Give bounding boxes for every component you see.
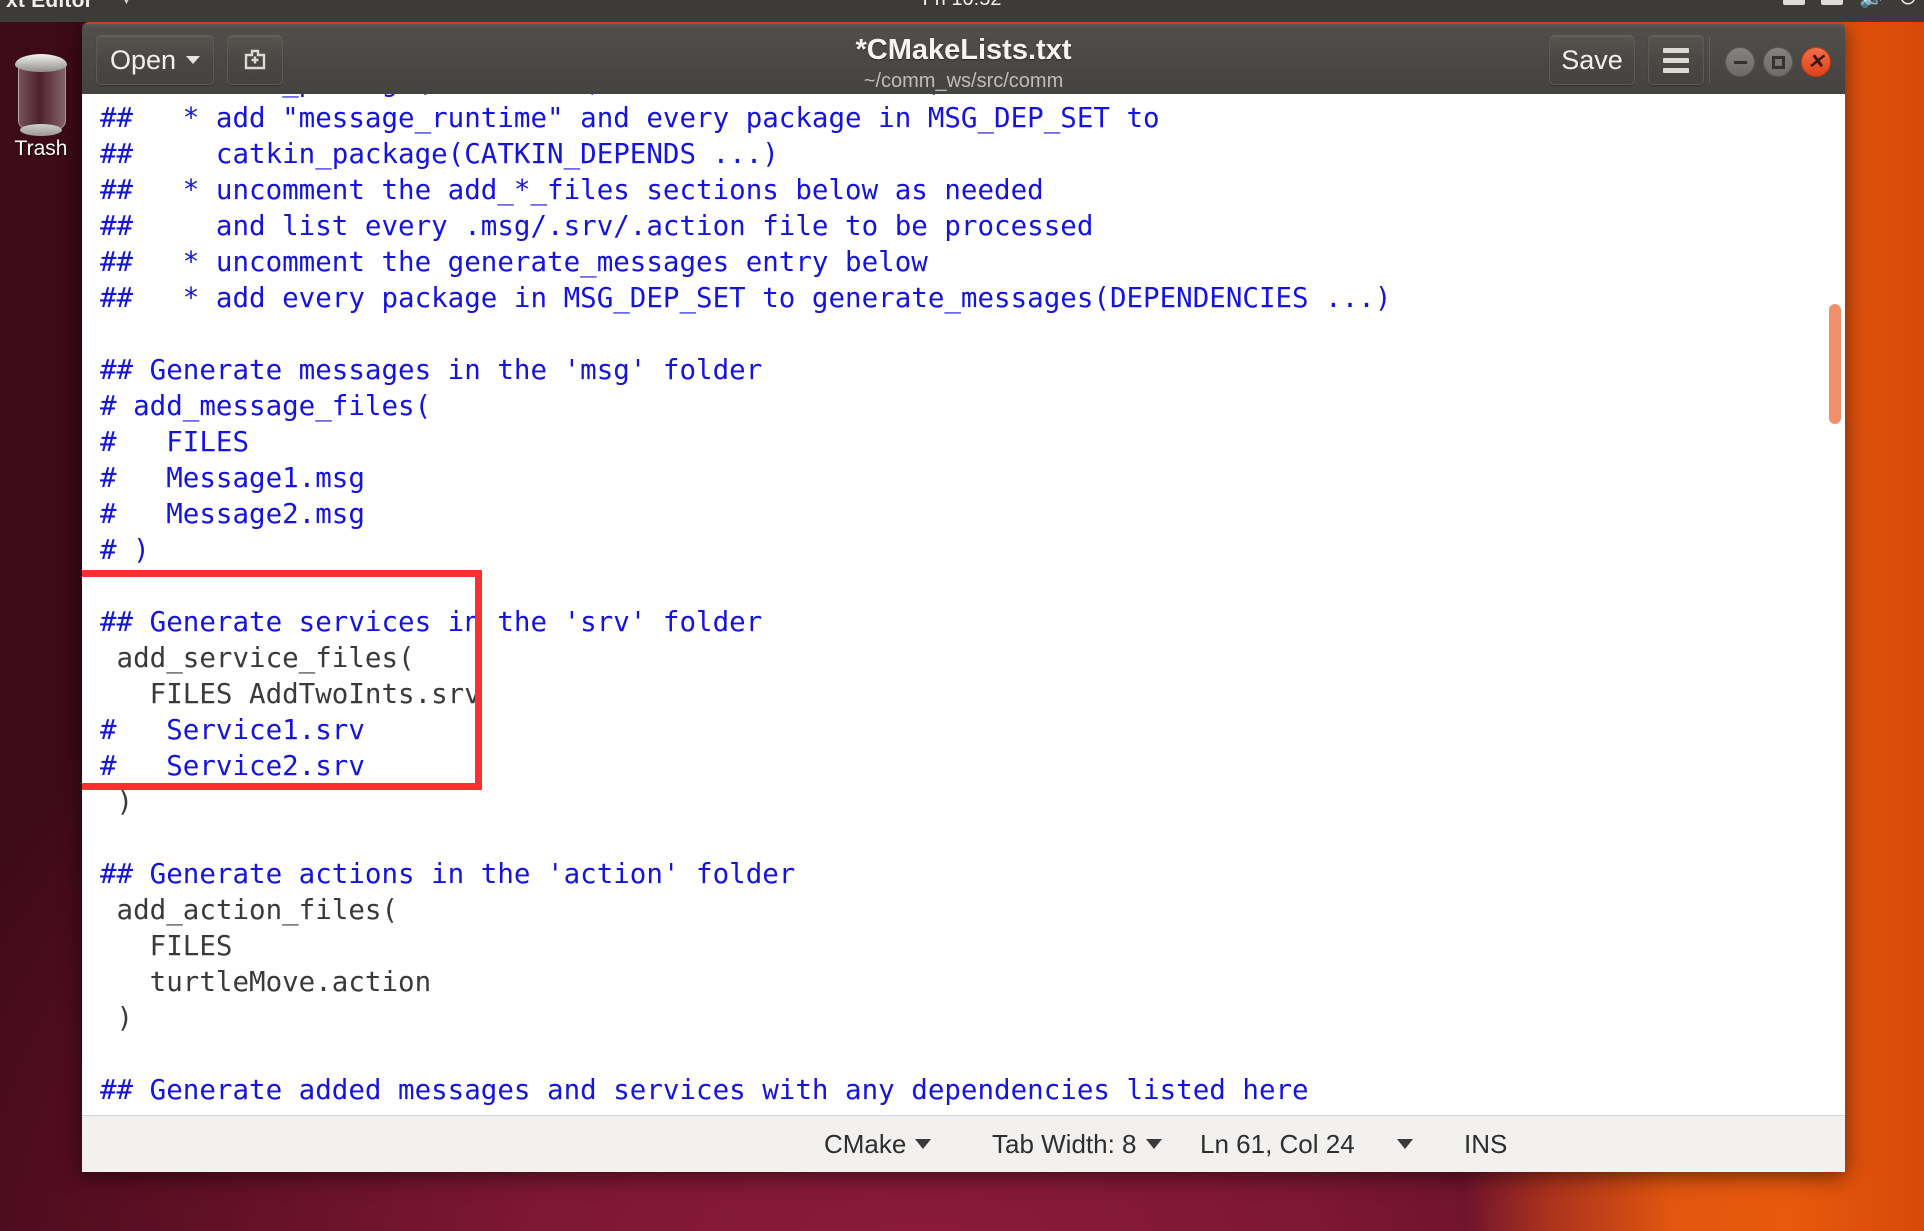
code-line: ## Generate messages in the 'msg' folder	[100, 354, 763, 386]
maximize-icon	[1771, 55, 1785, 69]
chevron-down-icon	[186, 56, 201, 64]
maximize-button[interactable]	[1763, 47, 1793, 77]
code-line: # FILES	[100, 426, 250, 458]
top-panel: xt Editor ▼ Fri 10:52 🔊 ⏻	[0, 0, 1924, 22]
trash-label: Trash	[14, 137, 68, 160]
power-icon[interactable]: ⏻	[1900, 0, 1916, 8]
code-line: # Message1.msg	[100, 462, 365, 494]
battery-icon-2[interactable]	[1821, 0, 1844, 5]
code-line: # Message2.msg	[100, 498, 365, 530]
minimize-icon	[1733, 60, 1747, 64]
volume-icon[interactable]: 🔊	[1859, 0, 1884, 8]
vertical-scrollbar[interactable]	[1829, 94, 1841, 1115]
code-line: # )	[100, 534, 150, 566]
code-line: ## * uncomment the add_*_files sections …	[100, 174, 1044, 206]
text-editor-window: Open *CMakeLists.txt ~/comm_ws/src/comm …	[82, 22, 1845, 1172]
chevron-down-icon	[1145, 1139, 1162, 1149]
open-button[interactable]: Open	[96, 35, 214, 85]
code-line: # add_message_files(	[100, 390, 432, 422]
trash-icon	[15, 48, 67, 136]
open-button-label: Open	[109, 44, 177, 75]
code-line: )	[100, 1002, 134, 1034]
hamburger-menu-icon	[1663, 47, 1689, 73]
new-document-icon	[244, 49, 266, 70]
panel-indicators: 🔊 ⏻	[1783, 0, 1916, 8]
minimize-button[interactable]	[1725, 47, 1755, 77]
code-line: FILES	[100, 930, 233, 962]
desktop-icon-trash[interactable]: Trash	[2, 48, 80, 161]
scrollbar-thumb[interactable]	[1829, 304, 1841, 424]
window-titlebar: Open *CMakeLists.txt ~/comm_ws/src/comm …	[82, 22, 1845, 94]
save-button-label: Save	[1561, 44, 1623, 75]
code-line: add_service_files(	[100, 642, 415, 674]
code-line: ## Generate services in the 'srv' folder	[100, 606, 763, 638]
window-controls: ✕	[1709, 36, 1831, 84]
position-dropdown[interactable]	[1397, 1139, 1413, 1149]
code-line: turtleMove.action	[100, 966, 432, 998]
panel-clock[interactable]: Fri 10:52	[0, 0, 1924, 11]
new-document-button[interactable]	[227, 35, 283, 85]
language-selector[interactable]: CMake	[824, 1128, 932, 1160]
code-line: ## * add "message_runtime" and every pac…	[100, 102, 1160, 134]
status-bar: CMake Tab Width: 8 Ln 61, Col 24 INS	[82, 1115, 1845, 1172]
code-line: ## and list every .msg/.srv/.action file…	[100, 210, 1094, 242]
close-button[interactable]: ✕	[1801, 47, 1831, 77]
tab-width-selector[interactable]: Tab Width: 8	[992, 1129, 1162, 1160]
language-label: CMake	[824, 1128, 907, 1159]
cursor-position: Ln 61, Col 24	[1200, 1128, 1355, 1159]
code-line: add_action_files(	[100, 894, 399, 926]
code-line: # Service1.srv	[100, 714, 365, 746]
battery-icon[interactable]	[1783, 0, 1806, 5]
chevron-down-icon	[915, 1139, 932, 1149]
source-code[interactable]: ## find_package(catkin REQUIRED COMPONEN…	[82, 94, 1845, 1108]
editor-text-area[interactable]: ## find_package(catkin REQUIRED COMPONEN…	[82, 94, 1845, 1115]
insert-mode-indicator[interactable]: INS	[1464, 1129, 1507, 1160]
close-icon: ✕	[1807, 51, 1825, 73]
code-line: ## catkin_package(CATKIN_DEPENDS ...)	[100, 138, 779, 170]
tab-width-label: Tab Width: 8	[992, 1128, 1137, 1159]
code-line: ## Generate actions in the 'action' fold…	[100, 858, 796, 890]
code-line: ## * uncomment the generate_messages ent…	[100, 246, 928, 278]
save-button[interactable]: Save	[1549, 35, 1635, 85]
hamburger-menu-button[interactable]	[1648, 35, 1704, 85]
code-line: )	[100, 786, 134, 818]
code-line: ## * add every package in MSG_DEP_SET to…	[100, 282, 1392, 314]
code-line: ## Generate added messages and services …	[100, 1074, 1309, 1106]
chevron-down-icon	[1397, 1139, 1413, 1149]
code-line: # Service2.srv	[100, 750, 365, 782]
code-line: FILES AddTwoInts.srv	[100, 678, 481, 710]
